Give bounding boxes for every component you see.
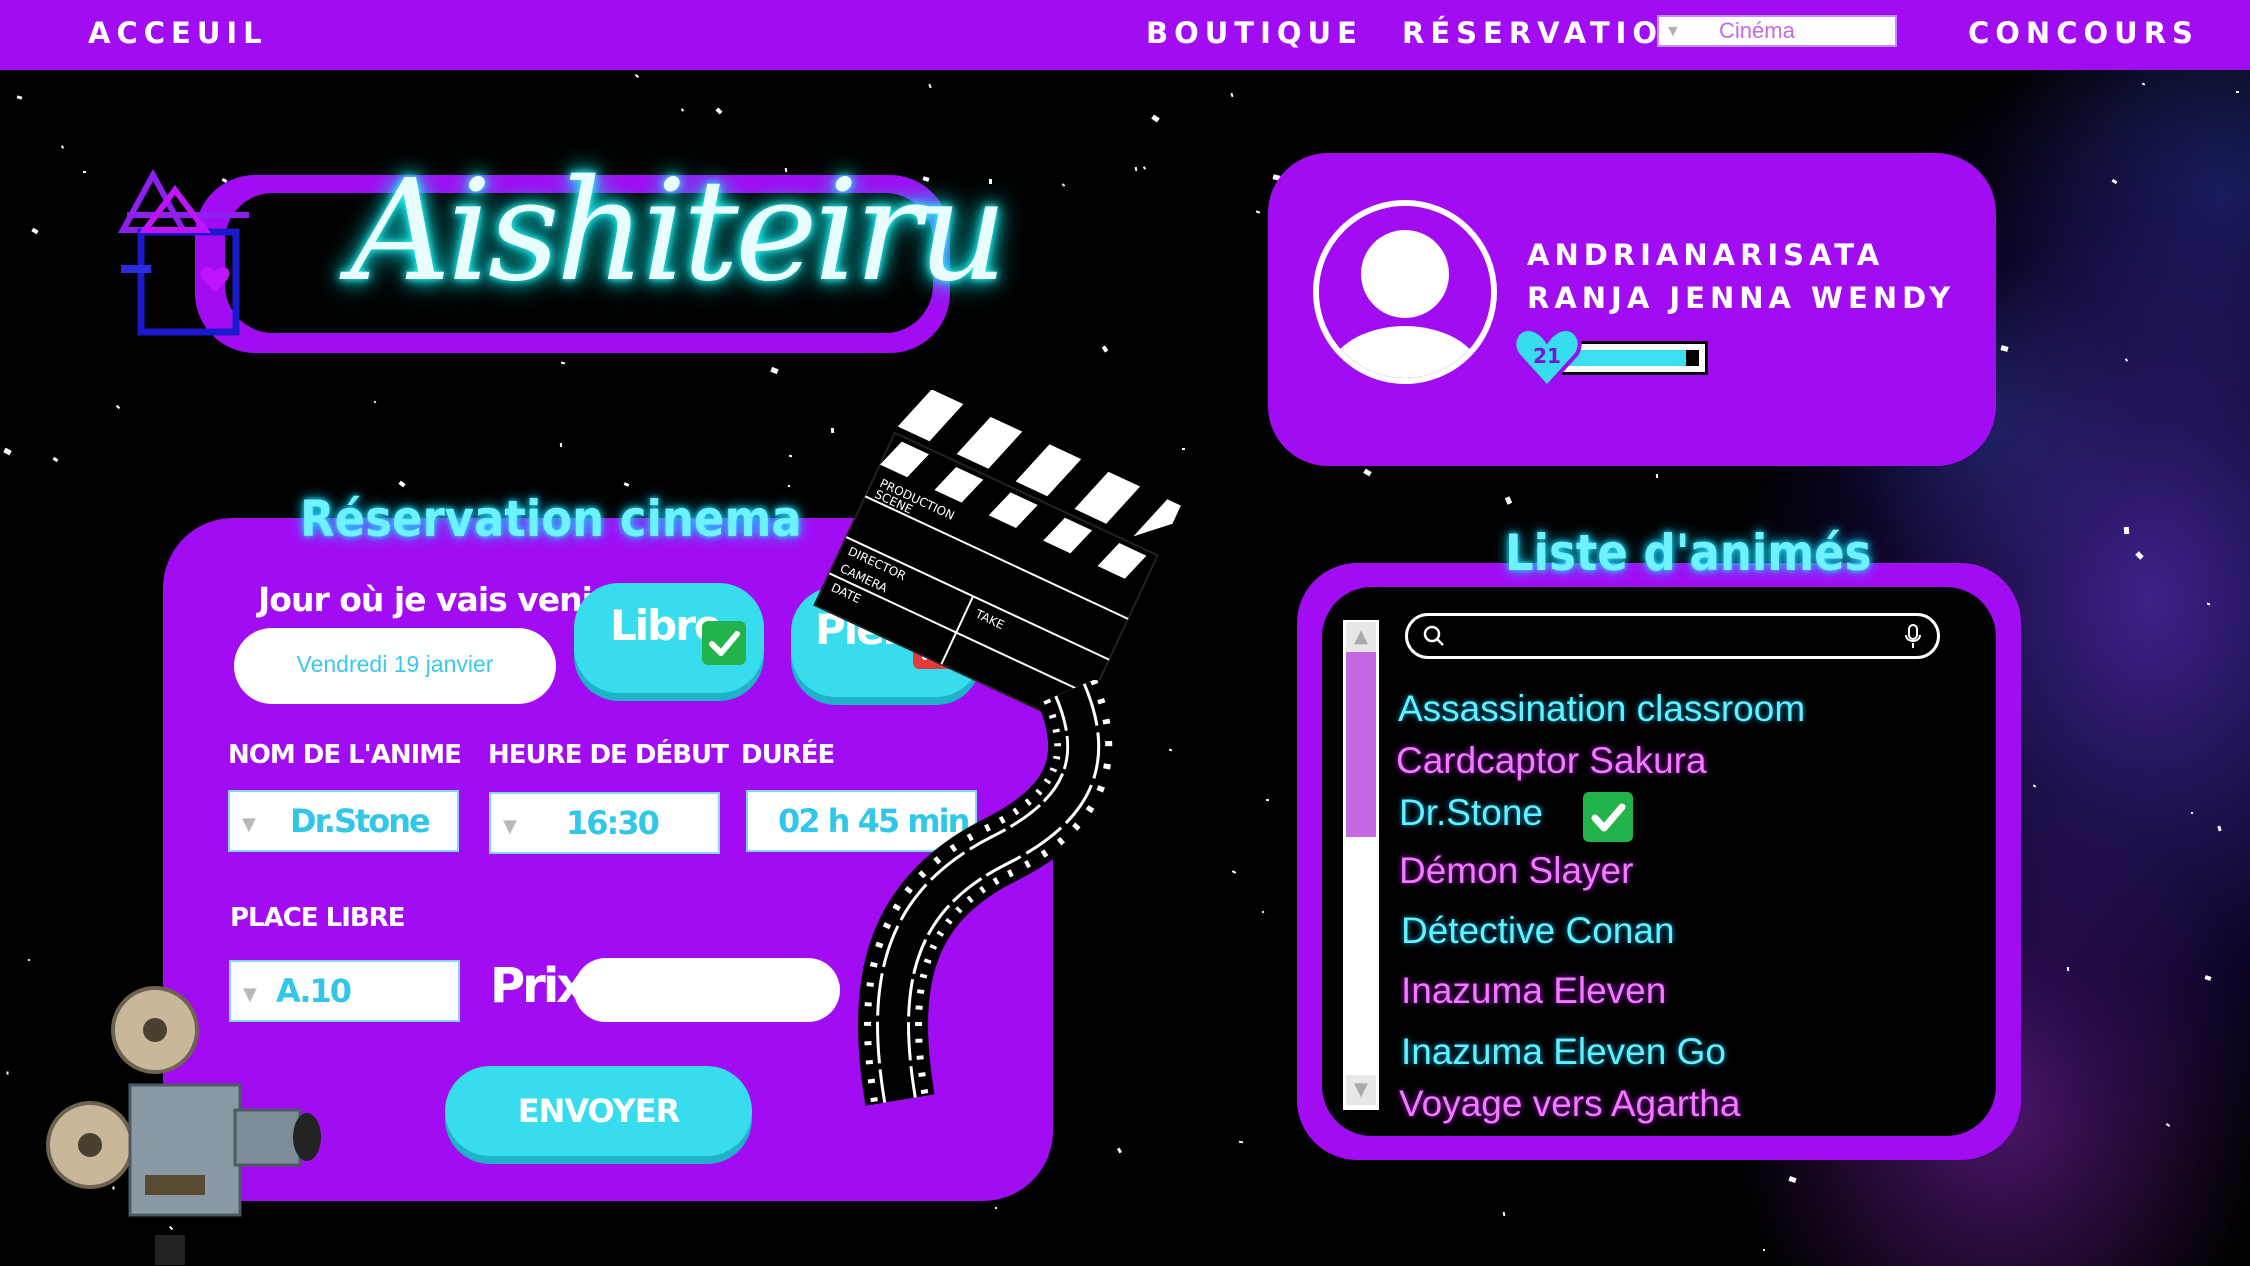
- anime-list-item[interactable]: Assassination classroom: [1398, 688, 1805, 730]
- level-progress-bar: [1560, 341, 1708, 375]
- user-silhouette-icon: [1319, 206, 1491, 378]
- day-value: Vendredi 19 janvier: [296, 651, 494, 677]
- clapperboard-icon: PRODUCTION SCENE TAKE DIRECTOR CAMERA DA…: [813, 390, 1181, 729]
- logo-neon-text: Aishiteiru: [350, 150, 1008, 313]
- profile-name-line1: ANDRIANARISATA: [1527, 238, 1885, 272]
- anime-select[interactable]: ▼ Dr.Stone: [228, 790, 459, 852]
- duration-label: DURÉE: [741, 740, 835, 770]
- top-nav: ACCEUIL BOUTIQUE RÉSERVATION ▼ Cinéma CO…: [0, 0, 2250, 70]
- level-heart-icon: 21: [1512, 327, 1582, 390]
- anime-list-title: Liste d'animés: [1505, 524, 1872, 582]
- star: [1655, 473, 1659, 479]
- nav-contest-link[interactable]: CONCOURS: [1968, 16, 2199, 50]
- selected-checkmark-icon: [1583, 792, 1633, 842]
- star: [2123, 526, 2130, 535]
- submit-button[interactable]: ENVOYER: [445, 1066, 752, 1156]
- film-strip-icon: [858, 680, 1119, 1106]
- start-time-label: HEURE DE DÉBUT: [488, 740, 729, 770]
- avatar[interactable]: [1313, 200, 1497, 384]
- film-projector-icon: [46, 986, 321, 1265]
- profile-name: ANDRIANARISATA RANJA JENNA WENDY: [1527, 234, 1955, 320]
- seat-label: PLACE LIBRE: [230, 903, 405, 933]
- star: [1238, 1140, 1244, 1144]
- star: [82, 170, 87, 174]
- star: [559, 442, 563, 448]
- microphone-icon[interactable]: [1903, 623, 1923, 651]
- day-label: Jour où je vais venir: [258, 580, 608, 619]
- search-icon: [1423, 625, 1444, 646]
- nav-reservation-link[interactable]: RÉSERVATION: [1402, 16, 1693, 50]
- anime-list-item[interactable]: Inazuma Eleven Go: [1401, 1031, 1726, 1073]
- anime-select-value: Dr.Stone: [290, 802, 431, 840]
- level-number: 21: [1533, 344, 1561, 368]
- house-heart-icon[interactable]: [115, 170, 255, 350]
- anime-list-item[interactable]: Cardcaptor Sakura: [1396, 740, 1707, 782]
- dropdown-triangle-icon: ▼: [242, 814, 256, 835]
- dropdown-triangle-icon: ▼: [503, 816, 517, 837]
- anime-list-item[interactable]: Inazuma Eleven: [1401, 970, 1666, 1012]
- anime-search-input[interactable]: [1405, 613, 1940, 659]
- profile-name-line2: RANJA JENNA WENDY: [1527, 281, 1956, 315]
- star: [27, 958, 31, 962]
- price-input[interactable]: [574, 958, 840, 1022]
- price-label: Prix: [490, 958, 587, 1014]
- nav-home-link[interactable]: ACCEUIL: [88, 16, 268, 50]
- reservation-type-value: Cinéma: [1719, 18, 1795, 43]
- reservation-title: Réservation cinema: [300, 490, 802, 548]
- anime-list-item[interactable]: Détective Conan: [1401, 910, 1675, 952]
- progress-fill: [1569, 350, 1686, 366]
- star: [2235, 90, 2240, 94]
- checkmark-icon: [702, 621, 746, 665]
- anime-list-item[interactable]: Démon Slayer: [1399, 850, 1633, 892]
- dropdown-triangle-icon: ▼: [1665, 23, 1681, 40]
- star: [1265, 798, 1270, 802]
- reservation-type-select[interactable]: ▼ Cinéma: [1657, 15, 1897, 47]
- day-field[interactable]: Vendredi 19 janvier: [234, 628, 556, 704]
- star: [6, 1071, 9, 1075]
- scroll-up-arrow-icon[interactable]: ▲: [1346, 622, 1376, 652]
- anime-name-label: NOM DE L'ANIME: [228, 740, 462, 770]
- libre-button[interactable]: Libre: [574, 583, 764, 693]
- scroll-down-arrow-icon[interactable]: ▼: [1346, 1075, 1376, 1105]
- start-time-select[interactable]: ▼ 16:30: [489, 792, 720, 854]
- star: [2066, 966, 2070, 972]
- start-time-value: 16:30: [566, 804, 660, 842]
- nav-shop-link[interactable]: BOUTIQUE: [1146, 16, 1363, 50]
- anime-list-item[interactable]: Voyage vers Agartha: [1399, 1083, 1740, 1125]
- scrollbar-thumb[interactable]: [1346, 652, 1376, 837]
- anime-list-item[interactable]: Dr.Stone: [1399, 792, 1543, 834]
- star: [1762, 1248, 1766, 1252]
